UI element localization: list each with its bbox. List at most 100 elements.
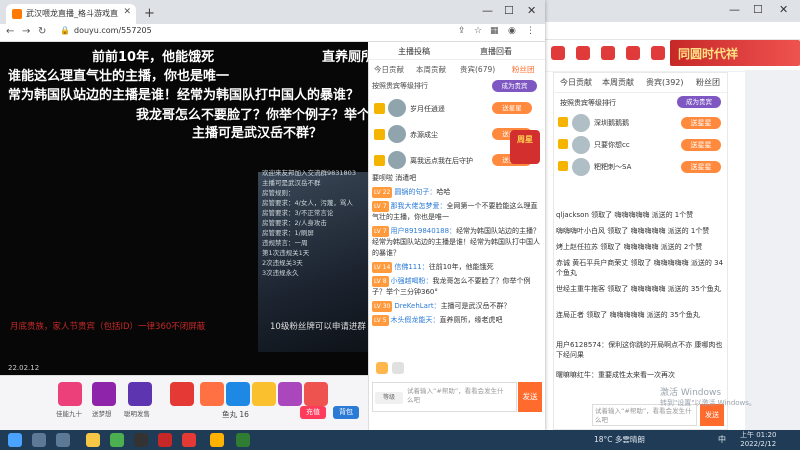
windows-taskbar: 18°C 多雲晴朗 中 上午 01:20 2022/2/12 [0,430,800,450]
gift-bar: 佳能九十 送梦想 聪明发售 [0,375,368,432]
level-tag[interactable]: 等级 [375,392,403,404]
rank-row[interactable]: 只要你想cc 送星星 [554,135,727,157]
wechat-icon[interactable] [236,433,250,447]
system-clock[interactable]: 上午 01:20 2022/2/12 [740,431,776,449]
gift-icon[interactable] [252,382,276,406]
menu-icon[interactable]: ⋮ [526,26,535,36]
tab-vip[interactable]: 贵宾(392) [646,77,684,88]
tab-today[interactable]: 今日贡献 [374,64,404,75]
gift-icon[interactable] [200,382,224,406]
gift-icon[interactable] [128,382,152,406]
chat-text: 哈哈 [436,188,451,196]
url-input[interactable]: douyu.com/557205 [74,26,152,35]
chat-message: 用户6128574：保利这你跳的开局啊点不亦 康哪肉也下经问果 [556,341,723,359]
promo-banner[interactable]: 同圆时代祥 [670,40,800,66]
minimize-icon[interactable]: — [729,3,740,16]
file-explorer-icon[interactable] [86,433,100,447]
tab-today[interactable]: 今日贡献 [560,77,592,88]
rank-row[interactable]: 粑粑刺～SA 送星星 [554,157,727,179]
chat-message: 曙嘛嘛红牛：重要成性太来看一次再次 [556,371,675,379]
chat-nick[interactable]: 那我大佬怎梦爱： [391,202,447,210]
weather-tray[interactable]: 18°C 多雲晴朗 [594,434,645,445]
send-star-button[interactable]: 送星星 [492,102,532,114]
chat-nick[interactable]: 小强越喝粉： [391,277,433,285]
gift-icon[interactable] [58,382,82,406]
backpack-button[interactable]: 背包 [333,406,359,419]
background-rank-tabs: 今日贡献 本周贡献 贵宾(392) 粉丝团 [554,73,727,93]
share-icon[interactable]: ⇪ [458,26,466,36]
app-icon[interactable] [158,433,172,447]
app-icon[interactable] [134,433,148,447]
crown-icon [558,117,568,127]
bookmark-star-icon[interactable]: ☆ [474,26,482,36]
gift-label: 送梦想 [92,410,112,418]
activate-windows-text: 转到"设置"以激活 Windows。 [660,399,756,407]
gift-icon[interactable] [278,382,302,406]
send-star-button[interactable]: 送星星 [681,117,721,129]
maximize-icon[interactable]: ☐ [753,3,763,16]
tab-replay[interactable]: 直播回看 [480,46,512,57]
ime-indicator[interactable]: 中 [718,434,726,445]
background-rank-header: 按照贵宾等级排行 成为贵宾 [554,93,727,113]
tab-vip[interactable]: 贵宾(679) [460,64,495,75]
start-icon[interactable] [8,433,22,447]
chrome-icon[interactable] [110,433,124,447]
profile-icon[interactable]: ◉ [508,26,516,36]
gift-icon[interactable] [226,382,250,406]
gift-icon[interactable] [92,382,116,406]
gift-icon[interactable] [304,382,328,406]
rank-row[interactable]: 深圳鹅鹅鹅 送星星 [554,113,727,135]
nav-icon[interactable] [601,46,615,60]
rank-title: 按照贵宾等级排行 [372,82,428,90]
chat-nick[interactable]: 信佛111： [394,263,428,271]
video-caption-left: 月底贵族，家人节贵宾（包括ID）一律360不闭屏蔽 [10,322,206,332]
nav-icon[interactable] [651,46,665,60]
tab-douyu[interactable]: 武汉喂龙直播_格斗游戏直播 ✕ [6,4,136,24]
new-tab-icon[interactable]: + [144,6,155,21]
send-star-button[interactable]: 送星星 [681,161,721,173]
task-view-icon[interactable] [56,433,70,447]
nav-icon[interactable] [576,46,590,60]
danmaku-text: 我龙哥怎么不要脸了？你举个例子？举个 [136,108,371,123]
chat-nick[interactable]: 圆锅的句子： [394,188,436,196]
tab-fans[interactable]: 粉丝团 [696,77,720,88]
chat-text: 要呗啦 消遣吧 [372,174,417,182]
send-button[interactable]: 发送 [518,382,542,412]
tab-week[interactable]: 本周贡献 [602,77,634,88]
close-icon[interactable]: ✕ [779,3,788,16]
extensions-icon[interactable]: ▦ [490,26,499,36]
tab-fans[interactable]: 粉丝团 [512,64,535,75]
send-star-button[interactable]: 送星星 [681,139,721,151]
lock-icon[interactable]: 🔒 [60,26,70,35]
tab-week[interactable]: 本周贡献 [416,64,446,75]
nav-icon[interactable] [626,46,640,60]
avatar [388,99,406,117]
join-vip-button[interactable]: 成为贵宾 [492,80,537,92]
chat-nick[interactable]: 木头假龙能天： [391,316,440,324]
app-icon[interactable] [182,433,196,447]
tab-anchor-posts[interactable]: 主播投稿 [398,46,430,57]
chat-nick[interactable]: 用户8919840188： [391,227,457,235]
minimize-icon[interactable]: — [482,4,493,17]
forward-icon[interactable]: → [22,26,30,37]
gift-icon[interactable] [170,382,194,406]
recharge-button[interactable]: 充值 [300,406,326,419]
close-icon[interactable]: ✕ [527,4,536,17]
app-icon[interactable] [210,433,224,447]
search-icon[interactable] [32,433,46,447]
tab-close-icon[interactable]: ✕ [123,7,131,17]
emoji-icon[interactable] [376,362,388,374]
rank-tabs: 今日贡献 本周贡献 贵宾(679) 粉丝团 [368,62,545,76]
maximize-icon[interactable]: ☐ [504,4,514,17]
weekly-star-badge[interactable]: 周星 [510,130,540,164]
settings-icon[interactable] [392,362,404,374]
chat-nick[interactable]: DreKehLart： [394,302,440,310]
chat-input[interactable]: 等级 试着输入“#帮助”，看看会发生什么吧 [372,382,517,412]
chat-message: LV 14 信佛111：往前10年，他能饿死 [372,262,542,273]
rank-row[interactable]: 岁月任逍遥 送星星 [370,97,545,121]
nav-icon[interactable] [551,46,565,60]
reload-icon[interactable]: ↻ [38,26,46,37]
join-vip-button[interactable]: 成为贵宾 [677,96,721,108]
back-icon[interactable]: ← [6,26,14,37]
avatar [572,114,590,132]
